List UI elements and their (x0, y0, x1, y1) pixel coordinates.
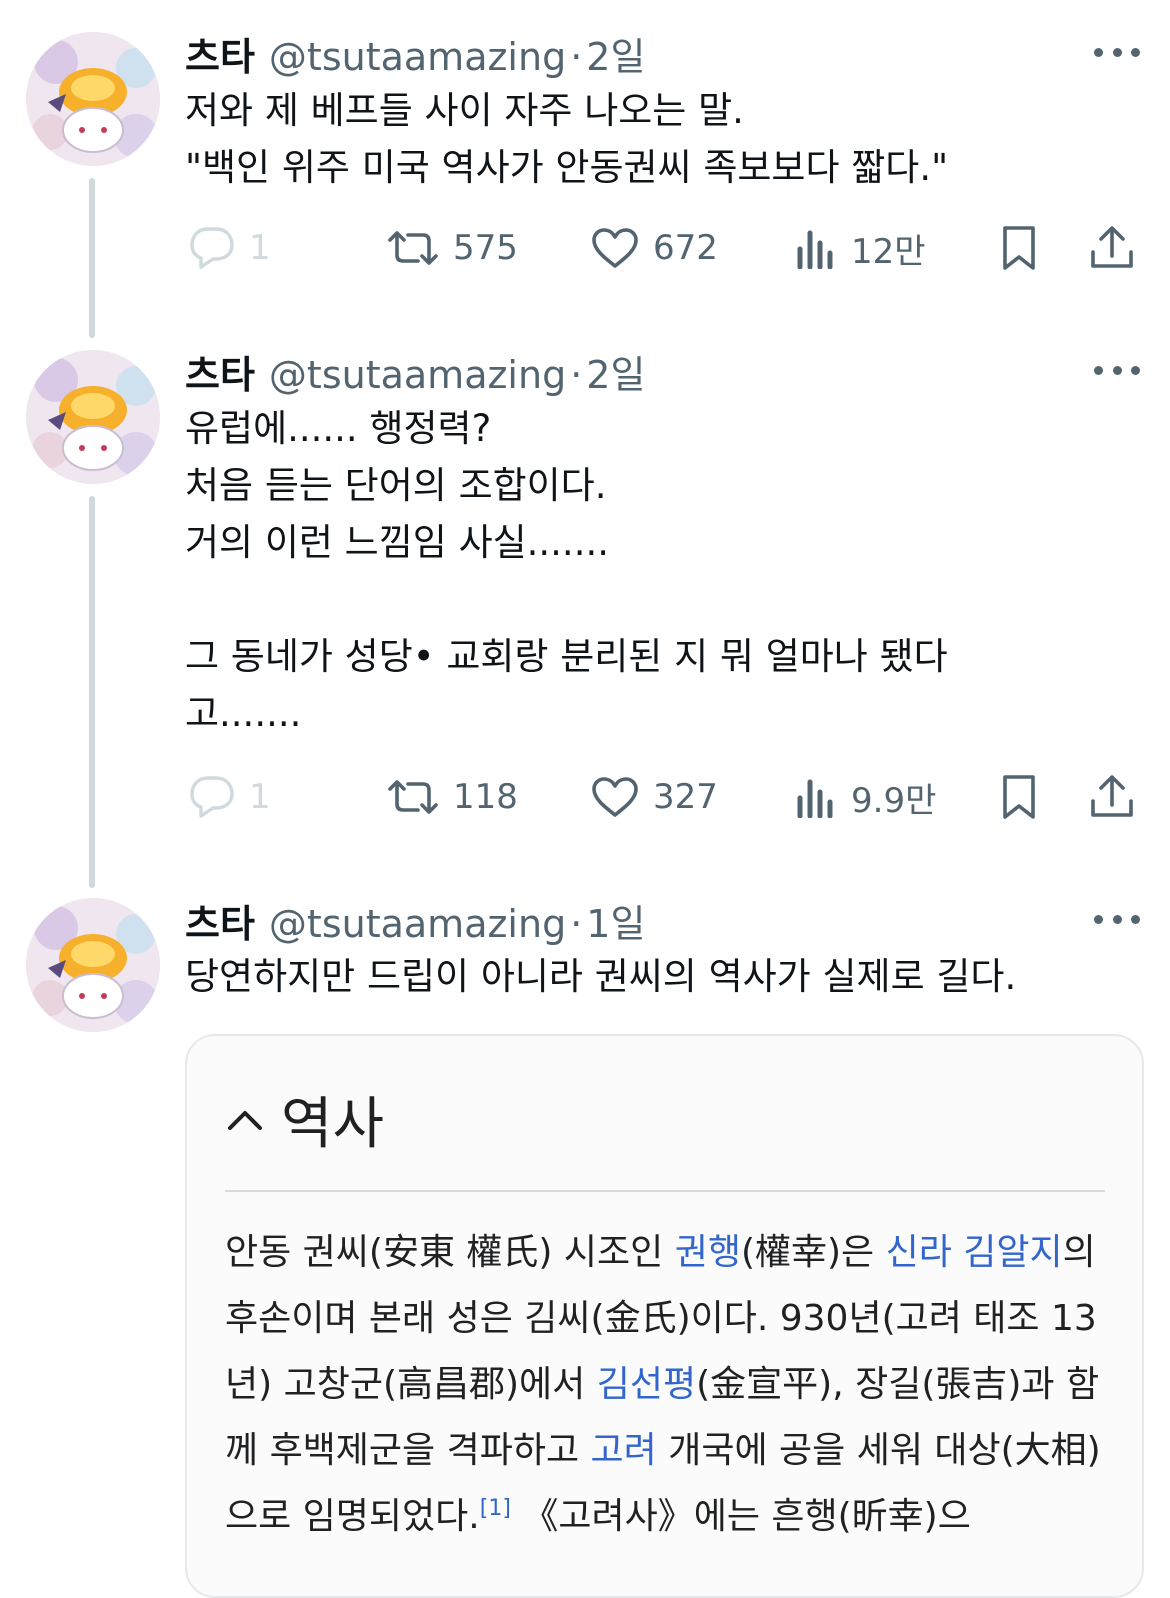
view-count: 9.9만 (851, 780, 937, 821)
link-gwonhaeng[interactable]: 권행 (675, 1232, 741, 1273)
like-count: 672 (653, 228, 718, 268)
reply-count: 1 (249, 777, 271, 817)
link-silla-kim-alji[interactable]: 신라 김알지 (886, 1232, 1063, 1273)
thread-line (89, 178, 95, 338)
link-goryeo[interactable]: 고려 (591, 1430, 657, 1471)
reply-icon (190, 776, 234, 818)
share-icon (1091, 226, 1133, 268)
more-icon[interactable] (1094, 909, 1140, 929)
user-handle[interactable]: @tsutaamazing (269, 353, 566, 397)
share-button[interactable] (1089, 769, 1135, 825)
user-handle[interactable]: @tsutaamazing (269, 902, 566, 946)
text: (權幸)은 (740, 1232, 886, 1273)
section-header[interactable]: 역사 (225, 1084, 384, 1157)
like-icon (592, 777, 638, 817)
like-icon (592, 228, 638, 268)
reply-icon (190, 227, 234, 269)
separator: · (570, 353, 583, 397)
tweet-header: 츠타 @tsutaamazing · 2일 (185, 26, 645, 79)
view-count: 12만 (851, 231, 926, 272)
views-icon (797, 779, 833, 818)
timestamp[interactable]: 2일 (586, 344, 645, 399)
media-card[interactable]: 역사 안동 권씨(安東 權氏) 시조인 권행(權幸)은 신라 김알지의 후손이며… (185, 1034, 1144, 1598)
thread-line (89, 496, 95, 888)
retweet-button[interactable]: 118 (387, 769, 518, 825)
avatar[interactable] (26, 898, 160, 1032)
views-button[interactable]: 9.9만 (795, 769, 936, 825)
tweet-text: 저와 제 베프들 사이 자주 나오는 말. "백인 위주 미국 역사가 안동권씨… (185, 89, 949, 189)
separator: · (570, 902, 583, 946)
divider (225, 1190, 1105, 1192)
bookmark-button[interactable] (999, 220, 1039, 276)
tweet-text: 당연하지만 드립이 아니라 권씨의 역사가 실제로 길다. (185, 955, 1017, 998)
section-title: 역사 (281, 1091, 385, 1157)
like-count: 327 (653, 777, 718, 817)
retweet-count: 575 (453, 228, 518, 268)
reply-button[interactable]: 1 (189, 769, 271, 825)
avatar[interactable] (26, 32, 160, 166)
article-text: 안동 권씨(安東 權氏) 시조인 권행(權幸)은 신라 김알지의 후손이며 본래… (225, 1220, 1115, 1550)
tweet-header: 츠타 @tsutaamazing · 2일 (185, 344, 645, 397)
views-button[interactable]: 12만 (795, 220, 926, 276)
more-icon[interactable] (1094, 42, 1140, 62)
display-name[interactable]: 츠타 (185, 26, 255, 81)
display-name[interactable]: 츠타 (185, 893, 255, 948)
more-icon[interactable] (1094, 360, 1140, 380)
text: 안동 권씨(安東 權氏) 시조인 (225, 1232, 675, 1273)
retweet-button[interactable]: 575 (387, 220, 518, 276)
bookmark-button[interactable] (999, 769, 1039, 825)
display-name[interactable]: 츠타 (185, 344, 255, 399)
tweet-header: 츠타 @tsutaamazing · 1일 (185, 893, 645, 946)
share-icon (1091, 775, 1133, 817)
reference-link[interactable]: [1] (480, 1496, 511, 1521)
user-handle[interactable]: @tsutaamazing (269, 35, 566, 79)
share-button[interactable] (1089, 220, 1135, 276)
text: 《고려사》에는 흔행(昕幸)으 (510, 1496, 971, 1537)
tweet-actions: 1 118 327 9.9만 (185, 769, 1145, 825)
tweet-actions: 1 575 672 12만 (185, 220, 1145, 276)
reply-button[interactable]: 1 (189, 220, 271, 276)
link-kim-seonpyeong[interactable]: 김선평 (597, 1364, 696, 1405)
retweet-icon (388, 231, 438, 265)
bookmark-icon (1003, 226, 1035, 270)
avatar[interactable] (26, 350, 160, 484)
reply-count: 1 (249, 228, 271, 268)
tweet-text: 유럽에...... 행정력? 처음 듣는 단어의 조합이다. 거의 이런 느낌임… (185, 407, 948, 735)
like-button[interactable]: 672 (591, 220, 718, 276)
chevron-up-icon (228, 1111, 262, 1130)
bookmark-icon (1003, 775, 1035, 819)
timestamp[interactable]: 1일 (586, 893, 645, 948)
retweet-count: 118 (453, 777, 518, 817)
retweet-icon (388, 780, 438, 814)
timestamp[interactable]: 2일 (586, 26, 645, 81)
like-button[interactable]: 327 (591, 769, 718, 825)
views-icon (797, 230, 833, 269)
separator: · (570, 35, 583, 79)
